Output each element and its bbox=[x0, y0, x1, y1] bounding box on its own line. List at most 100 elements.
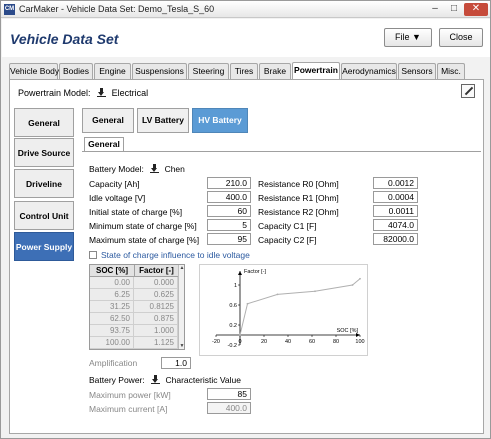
file-menu-button[interactable]: File ▼ bbox=[384, 28, 432, 47]
battery-model-row: Battery Model: Chen bbox=[89, 164, 185, 174]
tab-powertrain[interactable]: Powertrain bbox=[292, 62, 340, 80]
scroll-down-icon[interactable]: ▼ bbox=[179, 343, 184, 349]
close-button[interactable]: Close bbox=[439, 28, 483, 47]
sidebar-item-control-unit[interactable]: Control Unit bbox=[14, 201, 74, 230]
y-axis-label: Factor [-] bbox=[244, 269, 266, 275]
sidebar-item-general[interactable]: General bbox=[14, 108, 74, 137]
tab-vehicle-body[interactable]: Vehicle Body bbox=[9, 63, 59, 79]
table-cell[interactable]: 1.000 bbox=[134, 325, 178, 337]
download-icon[interactable] bbox=[97, 88, 107, 97]
edit-icon[interactable] bbox=[461, 84, 475, 98]
minimize-icon[interactable]: – bbox=[426, 3, 444, 16]
table-cell[interactable]: 0.8125 bbox=[134, 301, 178, 313]
y-tick-label: 1 bbox=[234, 283, 237, 289]
x-tick-label: -20 bbox=[212, 339, 220, 345]
tab-aerodynamics[interactable]: Aerodynamics bbox=[341, 63, 397, 79]
battery-model-value[interactable]: Chen bbox=[165, 164, 185, 174]
maximize-icon[interactable]: □ bbox=[445, 3, 463, 16]
table-cell[interactable]: 31.25 bbox=[90, 301, 134, 313]
max-soc-field[interactable]: 95 bbox=[207, 233, 251, 245]
capacity-label: Capacity [Ah] bbox=[89, 179, 140, 189]
battery-power-row: Battery Power: Characteristic Value bbox=[89, 375, 241, 385]
download-icon[interactable] bbox=[150, 164, 160, 173]
x-axis-label: SOC [%] bbox=[337, 328, 359, 334]
table-cell[interactable]: 0.875 bbox=[134, 313, 178, 325]
powertrain-model-label: Powertrain Model: bbox=[18, 88, 91, 98]
x-tick-label: 100 bbox=[355, 339, 364, 345]
initial-soc-field[interactable]: 60 bbox=[207, 205, 251, 217]
download-icon[interactable] bbox=[151, 375, 161, 384]
idle-voltage-field[interactable]: 400.0 bbox=[207, 191, 251, 203]
max-soc-label: Maximum state of charge [%] bbox=[89, 235, 200, 245]
x-tick-label: 60 bbox=[309, 339, 315, 345]
max-power-field[interactable]: 85 bbox=[207, 388, 251, 400]
capacity-field[interactable]: 210.0 bbox=[207, 177, 251, 189]
x-tick-label: 80 bbox=[333, 339, 339, 345]
y-axis-arrow bbox=[238, 271, 242, 275]
min-soc-field[interactable]: 5 bbox=[207, 219, 251, 231]
y-tick-label: 0.2 bbox=[229, 323, 237, 329]
max-current-field: 400.0 bbox=[207, 402, 251, 414]
amplification-label: Amplification bbox=[89, 358, 138, 368]
battery-power-value[interactable]: Characteristic Value bbox=[166, 375, 241, 385]
chart-svg: -20 0 20 40 60 80 100 -0.2 0.2 0.6 1 Factor [-] SOC … bbox=[212, 269, 365, 349]
sidebar-item-power-supply[interactable]: Power Supply bbox=[14, 232, 74, 261]
battery-model-label: Battery Model: bbox=[89, 164, 144, 174]
idle-voltage-label: Idle voltage [V] bbox=[89, 193, 146, 203]
tab-sensors[interactable]: Sensors bbox=[398, 63, 436, 79]
subtab-lv-battery[interactable]: LV Battery bbox=[137, 108, 189, 133]
page-title: Vehicle Data Set bbox=[10, 31, 119, 47]
tab-misc[interactable]: Misc. bbox=[437, 63, 465, 79]
tab-bodies[interactable]: Bodies bbox=[59, 63, 93, 79]
data-point bbox=[276, 293, 279, 296]
min-soc-label: Minimum state of charge [%] bbox=[89, 221, 197, 231]
table-cell[interactable]: 0.00 bbox=[90, 277, 134, 289]
scroll-up-icon[interactable]: ▲ bbox=[179, 265, 184, 272]
table-cell[interactable]: 0.000 bbox=[134, 277, 178, 289]
r0-field[interactable]: 0.0012 bbox=[373, 177, 418, 189]
c2-label: Capacity C2 [F] bbox=[258, 235, 317, 245]
sidebar-item-drive-source[interactable]: Drive Source bbox=[14, 138, 74, 167]
subtab-general[interactable]: General bbox=[82, 108, 134, 133]
tab-steering[interactable]: Steering bbox=[188, 63, 229, 79]
table-cell[interactable]: 1.125 bbox=[134, 337, 178, 349]
soc-influence-checkbox[interactable] bbox=[89, 251, 97, 259]
initial-soc-label: Initial state of charge [%] bbox=[89, 207, 183, 217]
r1-field[interactable]: 0.0004 bbox=[373, 191, 418, 203]
table-cell[interactable]: 100.00 bbox=[90, 337, 134, 349]
inner-tab-general[interactable]: General bbox=[84, 137, 124, 151]
amplification-field[interactable]: 1.0 bbox=[161, 357, 191, 369]
table-cell[interactable]: 93.75 bbox=[90, 325, 134, 337]
table-cell[interactable]: 6.25 bbox=[90, 289, 134, 301]
table-header-soc: SOC [%] bbox=[90, 265, 134, 277]
max-current-label: Maximum current [A] bbox=[89, 404, 168, 414]
soc-factor-table[interactable]: SOC [%] Factor [-] 0.00 0.000 6.25 0.625… bbox=[89, 264, 185, 350]
table-cell[interactable]: 0.625 bbox=[134, 289, 178, 301]
x-tick-label: 0 bbox=[238, 339, 241, 345]
powertrain-model-value[interactable]: Electrical bbox=[112, 88, 149, 98]
c2-field[interactable]: 82000.0 bbox=[373, 233, 418, 245]
data-point bbox=[359, 277, 361, 280]
subtab-hv-battery[interactable]: HV Battery bbox=[192, 108, 248, 133]
title-bar: CM CarMaker - Vehicle Data Set: Demo_Tes… bbox=[1, 1, 490, 18]
series-line bbox=[239, 278, 361, 336]
data-point bbox=[314, 290, 316, 293]
powertrain-panel: Powertrain Model: Electrical General Dri… bbox=[9, 79, 484, 434]
table-scrollbar[interactable]: ▲ ▼ bbox=[178, 265, 184, 349]
tab-engine[interactable]: Engine bbox=[94, 63, 131, 79]
tab-brake[interactable]: Brake bbox=[259, 63, 291, 79]
r2-field[interactable]: 0.0011 bbox=[373, 205, 418, 217]
data-point bbox=[239, 334, 241, 336]
sidebar-item-driveline[interactable]: Driveline bbox=[14, 169, 74, 198]
table-header-factor: Factor [-] bbox=[134, 265, 178, 277]
soc-influence-label[interactable]: State of charge influence to idle voltag… bbox=[101, 250, 250, 260]
close-window-icon[interactable]: ✕ bbox=[464, 3, 488, 16]
x-tick-label: 20 bbox=[261, 339, 267, 345]
window-title: CarMaker - Vehicle Data Set: Demo_Tesla_… bbox=[19, 4, 215, 14]
tab-suspensions[interactable]: Suspensions bbox=[132, 63, 187, 79]
c1-field[interactable]: 4074.0 bbox=[373, 219, 418, 231]
r2-label: Resistance R2 [Ohm] bbox=[258, 207, 339, 217]
tab-tires[interactable]: Tires bbox=[230, 63, 258, 79]
table-cell[interactable]: 62.50 bbox=[90, 313, 134, 325]
r1-label: Resistance R1 [Ohm] bbox=[258, 193, 339, 203]
